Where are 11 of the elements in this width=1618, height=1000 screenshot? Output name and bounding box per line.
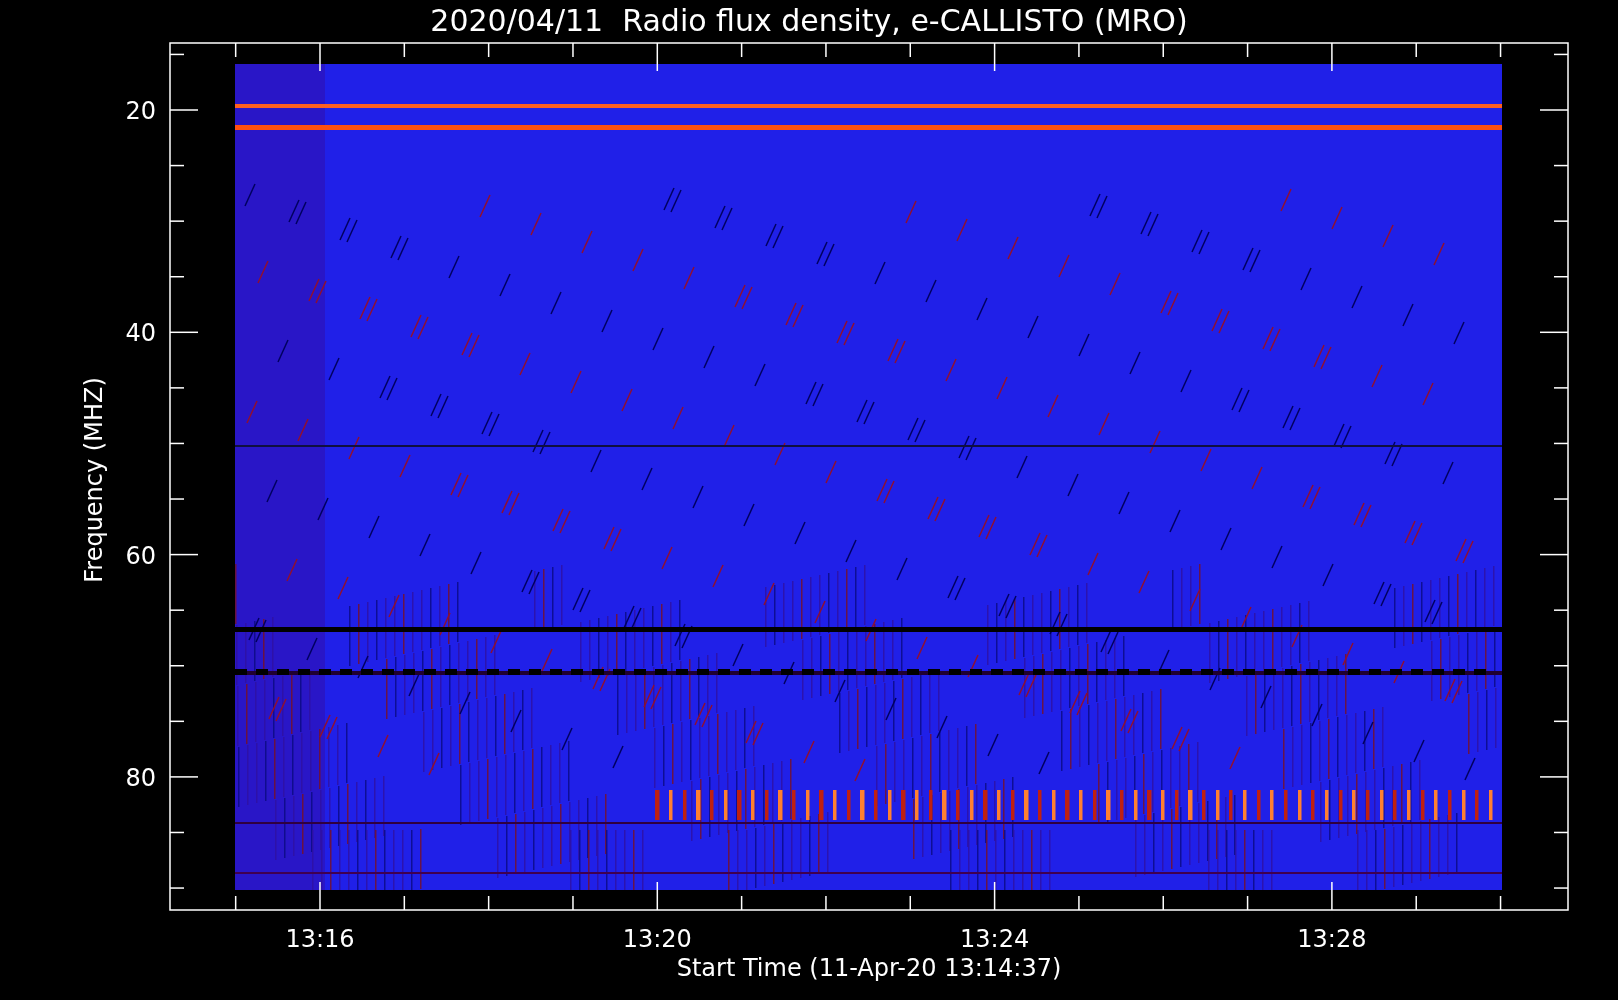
x-tick-label: 13:28: [1297, 925, 1367, 953]
chart-title: 2020/04/11 Radio flux density, e-CALLISTO (MRO): [430, 3, 1188, 38]
y-tick-label: 60: [125, 541, 156, 570]
y-tick-label: 40: [125, 319, 156, 348]
x-tick-label: 13:24: [960, 925, 1030, 953]
y-tick-label: 20: [125, 97, 156, 125]
x-axis-label: Start Time (11-Apr-20 13:14:37): [676, 954, 1062, 982]
y-axis-label: Frequency (MHZ): [80, 377, 108, 583]
x-tick-label: 13:16: [285, 925, 355, 953]
y-tick-label: 80: [125, 763, 156, 792]
x-tick-label: 13:20: [622, 925, 692, 953]
